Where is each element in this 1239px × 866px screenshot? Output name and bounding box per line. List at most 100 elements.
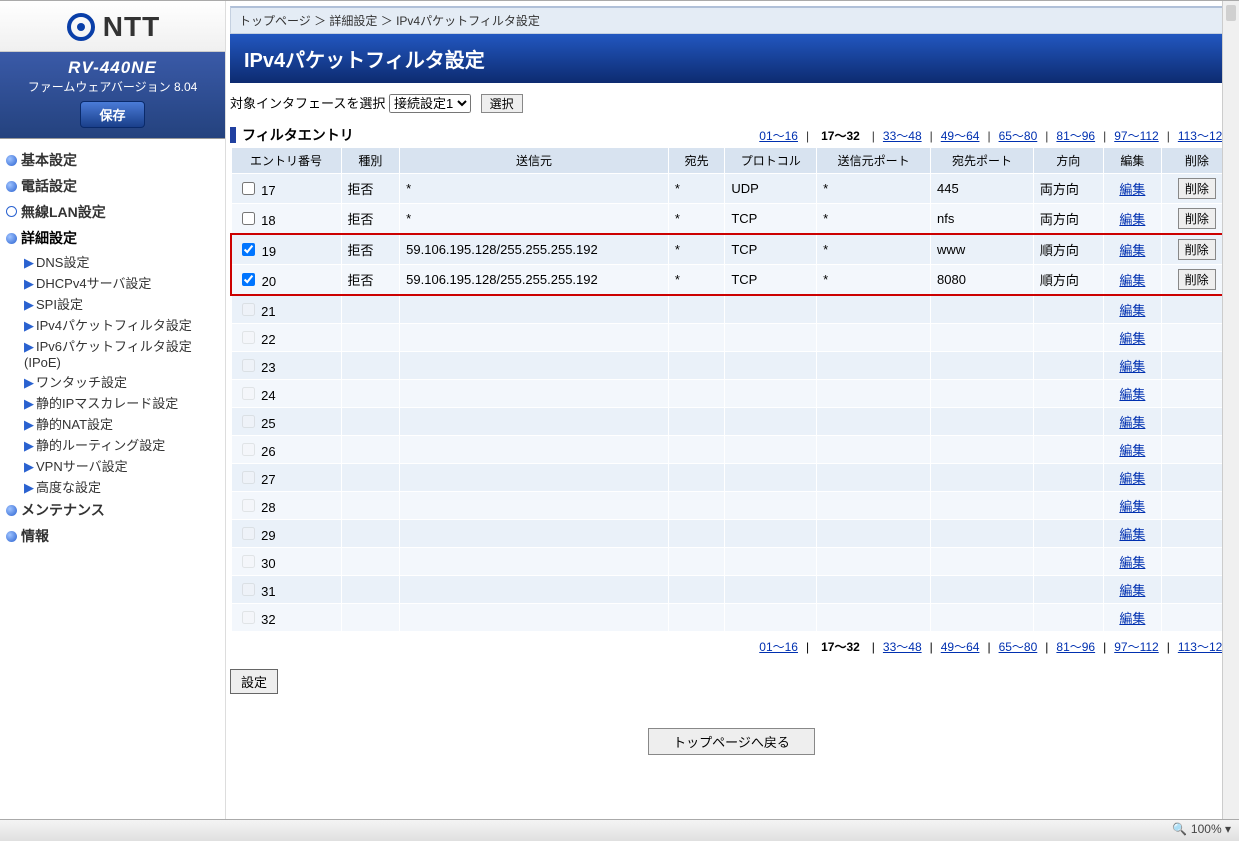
- edit-cell: 編集: [1103, 265, 1162, 296]
- edit-link[interactable]: 編集: [1119, 331, 1145, 346]
- edit-link[interactable]: 編集: [1119, 555, 1145, 570]
- entry-cell: 19: [231, 234, 341, 265]
- nav-info[interactable]: 情報: [6, 523, 225, 549]
- pager-link[interactable]: 49～64: [941, 129, 980, 143]
- edit-link[interactable]: 編集: [1119, 443, 1145, 458]
- pager-link[interactable]: 01～16: [759, 640, 798, 654]
- back-button[interactable]: トップページへ戻る: [648, 728, 815, 755]
- subnav-item[interactable]: ▶DNS設定: [24, 251, 225, 272]
- nav-maint[interactable]: メンテナンス: [6, 497, 225, 523]
- apply-button[interactable]: 設定: [230, 669, 278, 694]
- entry-checkbox[interactable]: [242, 273, 255, 286]
- subnav-item[interactable]: ▶SPI設定: [24, 293, 225, 314]
- edit-link[interactable]: 編集: [1119, 611, 1145, 626]
- col-header: 送信元ポート: [817, 148, 931, 174]
- subnav-item[interactable]: ▶IPv6パケットフィルタ設定(IPoE): [24, 335, 225, 371]
- interface-row: 対象インタフェースを選択 接続設定1 選択: [230, 93, 1233, 113]
- zoom-icon: 🔍: [1172, 822, 1187, 836]
- edit-cell: 編集: [1103, 492, 1162, 520]
- interface-label: 対象インタフェースを選択: [230, 96, 385, 111]
- edit-link[interactable]: 編集: [1119, 359, 1145, 374]
- nav-wlan[interactable]: 無線LAN設定: [6, 199, 225, 225]
- pager-link[interactable]: 33～48: [883, 640, 922, 654]
- pager-link[interactable]: 49～64: [941, 640, 980, 654]
- nav-adv[interactable]: 詳細設定: [6, 225, 225, 251]
- main: トップページ ＞ 詳細設定 ＞ IPv4パケットフィルタ設定 IPv4パケットフ…: [226, 1, 1239, 841]
- edit-link[interactable]: 編集: [1119, 499, 1145, 514]
- delete-button[interactable]: 削除: [1178, 178, 1216, 199]
- nav-tel[interactable]: 電話設定: [6, 173, 225, 199]
- dir-cell: 順方向: [1033, 265, 1103, 296]
- delete-button[interactable]: 削除: [1178, 269, 1216, 290]
- subnav-item[interactable]: ▶高度な設定: [24, 476, 225, 497]
- entry-checkbox[interactable]: [242, 212, 255, 225]
- sport-cell: *: [817, 174, 931, 204]
- src-cell: [400, 548, 669, 576]
- status-bar: 🔍 100% ▾: [0, 819, 1239, 841]
- edit-link[interactable]: 編集: [1119, 212, 1145, 227]
- pager-link[interactable]: 65～80: [999, 640, 1038, 654]
- subnav-item[interactable]: ▶DHCPv4サーバ設定: [24, 272, 225, 293]
- pager-link[interactable]: 65～80: [999, 129, 1038, 143]
- delete-button[interactable]: 削除: [1178, 208, 1216, 229]
- entry-checkbox[interactable]: [242, 182, 255, 195]
- subnav-item[interactable]: ▶IPv4パケットフィルタ設定: [24, 314, 225, 335]
- edit-link[interactable]: 編集: [1119, 303, 1145, 318]
- subnav-item[interactable]: ▶VPNサーバ設定: [24, 455, 225, 476]
- model-name: RV-440NE: [0, 58, 225, 78]
- type-cell: [341, 352, 400, 380]
- edit-link[interactable]: 編集: [1119, 471, 1145, 486]
- subnav-item[interactable]: ▶ワンタッチ設定: [24, 371, 225, 392]
- dir-cell: [1033, 548, 1103, 576]
- edit-link[interactable]: 編集: [1119, 387, 1145, 402]
- pager-link[interactable]: 01～16: [759, 129, 798, 143]
- select-button[interactable]: 選択: [481, 94, 523, 113]
- edit-cell: 編集: [1103, 408, 1162, 436]
- pager-link[interactable]: 81～96: [1056, 129, 1095, 143]
- pager-link[interactable]: 81～96: [1056, 640, 1095, 654]
- src-cell: [400, 380, 669, 408]
- edit-cell: 編集: [1103, 520, 1162, 548]
- edit-cell: 編集: [1103, 436, 1162, 464]
- sport-cell: *: [817, 234, 931, 265]
- subnav: ▶DNS設定▶DHCPv4サーバ設定▶SPI設定▶IPv4パケットフィルタ設定▶…: [6, 251, 225, 497]
- edit-link[interactable]: 編集: [1119, 415, 1145, 430]
- dir-cell: 順方向: [1033, 234, 1103, 265]
- zoom-caret-icon[interactable]: ▾: [1225, 822, 1231, 836]
- pager-link[interactable]: 33～48: [883, 129, 922, 143]
- proto-cell: TCP: [725, 234, 817, 265]
- entry-checkbox[interactable]: [242, 243, 255, 256]
- interface-select[interactable]: 接続設定1: [389, 94, 471, 113]
- table-row: 24編集: [231, 380, 1232, 408]
- edit-link[interactable]: 編集: [1119, 182, 1145, 197]
- subnav-item[interactable]: ▶静的ルーティング設定: [24, 434, 225, 455]
- pager-link[interactable]: 97～112: [1114, 640, 1158, 654]
- dport-cell: [931, 436, 1034, 464]
- table-row: 19拒否59.106.195.128/255.255.255.192*TCP*w…: [231, 234, 1232, 265]
- entry-checkbox: [242, 303, 255, 316]
- edit-link[interactable]: 編集: [1119, 273, 1145, 288]
- delete-button[interactable]: 削除: [1178, 239, 1216, 260]
- edit-link[interactable]: 編集: [1119, 243, 1145, 258]
- type-cell: 拒否: [341, 204, 400, 235]
- edit-link[interactable]: 編集: [1119, 583, 1145, 598]
- dst-cell: [668, 464, 724, 492]
- dst-cell: [668, 408, 724, 436]
- dir-cell: [1033, 520, 1103, 548]
- brand-text: NTT: [103, 11, 160, 42]
- edit-link[interactable]: 編集: [1119, 527, 1145, 542]
- entry-checkbox: [242, 471, 255, 484]
- dst-cell: [668, 576, 724, 604]
- dport-cell: 8080: [931, 265, 1034, 296]
- subnav-item[interactable]: ▶静的IPマスカレード設定: [24, 392, 225, 413]
- src-cell: 59.106.195.128/255.255.255.192: [400, 234, 669, 265]
- subnav-item[interactable]: ▶静的NAT設定: [24, 413, 225, 434]
- nav-basic[interactable]: 基本設定: [6, 147, 225, 173]
- save-button[interactable]: 保存: [80, 101, 144, 128]
- dst-cell: [668, 604, 724, 632]
- proto-cell: TCP: [725, 204, 817, 235]
- scrollbar[interactable]: [1222, 1, 1239, 819]
- proto-cell: [725, 548, 817, 576]
- pager-link[interactable]: 97～112: [1114, 129, 1158, 143]
- zoom-level: 100%: [1191, 822, 1222, 836]
